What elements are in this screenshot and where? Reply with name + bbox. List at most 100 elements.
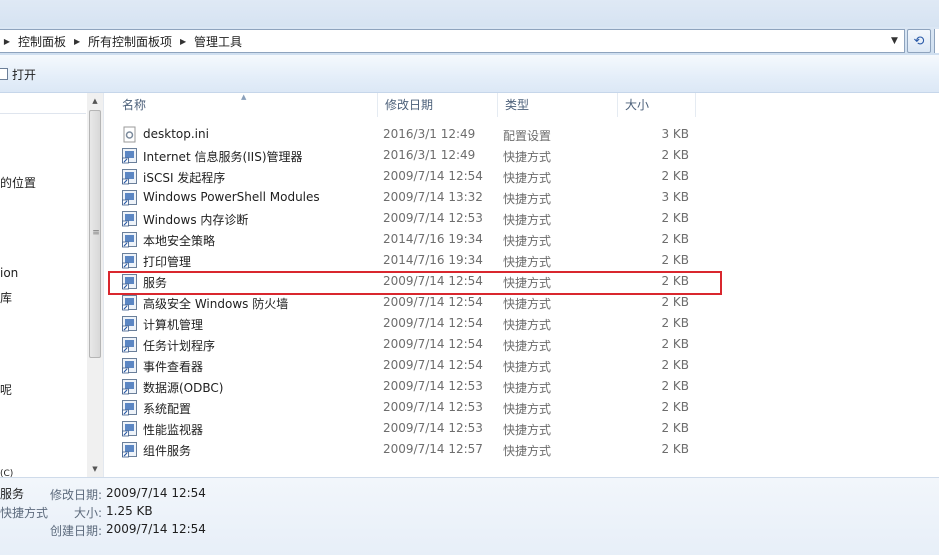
breadcrumb-arrow-icon[interactable]: ▶ [70,37,84,46]
window-title-strip [0,0,939,27]
column-header-size[interactable]: 大小 [618,93,696,117]
file-name: 组件服务 [143,444,192,458]
settings-file-icon [121,126,138,143]
breadcrumb-administrative-tools[interactable]: 管理工具 [190,33,246,50]
file-row[interactable]: 系统配置 2009/7/14 12:53 快捷方式 2 KB [105,397,939,418]
task-scheduler-icon [121,336,138,353]
toolbar: 打开 [0,55,939,93]
file-name: 打印管理 [143,255,192,269]
file-row[interactable]: iSCSI 发起程序 2009/7/14 12:54 快捷方式 2 KB [105,166,939,187]
details-size-value: 1.25 KB [106,504,153,518]
file-type: 快捷方式 [503,192,552,206]
file-row[interactable]: 计算机管理 2009/7/14 12:54 快捷方式 2 KB [105,313,939,334]
nav-item-fragment[interactable]: 呢 [0,381,12,398]
file-row[interactable]: 事件查看器 2009/7/14 12:54 快捷方式 2 KB [105,355,939,376]
file-size: 2 KB [661,169,689,183]
file-type: 快捷方式 [503,339,552,353]
computer-management-icon [121,315,138,332]
file-row[interactable]: 高级安全 Windows 防火墙 2009/7/14 12:54 快捷方式 2 KB [105,292,939,313]
file-row[interactable]: 组件服务 2009/7/14 12:57 快捷方式 2 KB [105,439,939,460]
file-size: 3 KB [661,190,689,204]
file-name: 本地安全策略 [143,234,216,248]
file-row[interactable]: 本地安全策略 2014/7/16 19:34 快捷方式 2 KB [105,229,939,250]
file-type: 快捷方式 [503,234,552,248]
details-modified-label: 修改日期: [49,488,102,502]
sort-ascending-icon: ▲ [241,93,247,101]
file-name: 系统配置 [143,402,192,416]
file-name: Windows PowerShell Modules [143,190,320,204]
column-headers: 名称 ▲ 修改日期 类型 大小 [105,93,939,117]
file-modified-date: 2009/7/14 12:53 [383,211,483,225]
file-modified-date: 2009/7/14 12:54 [383,316,483,330]
file-size: 2 KB [661,148,689,162]
file-type: 快捷方式 [503,297,552,311]
file-name: 高级安全 Windows 防火墙 [143,297,289,311]
file-row[interactable]: Windows 内存诊断 2009/7/14 12:53 快捷方式 2 KB [105,208,939,229]
file-modified-date: 2009/7/14 12:54 [383,295,483,309]
powershell-icon [121,189,138,206]
column-header-type[interactable]: 类型 [498,93,618,117]
breadcrumb-arrow-icon[interactable]: ▶ [0,37,14,46]
file-type: 快捷方式 [503,381,552,395]
file-row[interactable]: desktop.ini 2016/3/1 12:49 配置设置 3 KB [105,124,939,145]
nav-scroll-thumb[interactable]: ≡ [89,110,101,358]
nav-item-fragment[interactable]: ion [0,266,18,280]
address-bar[interactable]: ▶ 控制面板 ▶ 所有控制面板项 ▶ 管理工具 ▼ [0,29,905,53]
file-size: 2 KB [661,421,689,435]
file-size: 2 KB [661,358,689,372]
file-row[interactable]: 打印管理 2014/7/16 19:34 快捷方式 2 KB [105,250,939,271]
file-modified-date: 2016/3/1 12:49 [383,148,476,162]
file-name: 任务计划程序 [143,339,216,353]
file-name: 计算机管理 [143,318,204,332]
open-button[interactable]: 打开 [0,65,36,83]
file-size: 2 KB [661,232,689,246]
file-name: desktop.ini [143,127,209,141]
navigation-pane: 的位置 ion 库 呢 (C) ▲ ≡ ▼ [0,93,104,479]
file-modified-date: 2014/7/16 19:34 [383,253,483,267]
file-modified-date: 2016/3/1 12:49 [383,127,476,141]
file-row[interactable]: Windows PowerShell Modules 2009/7/14 13:3… [105,187,939,208]
file-type: 配置设置 [503,129,552,143]
file-name: 事件查看器 [143,360,204,374]
file-name: Windows 内存诊断 [143,213,249,227]
selection-highlight-box [108,271,722,295]
nav-item-fragment[interactable]: 的位置 [0,174,36,191]
details-pane: 服务 快捷方式 修改日期: 2009/7/14 12:54 大小: 1.25 K… [0,477,939,555]
security-policy-icon [121,231,138,248]
column-header-modified[interactable]: 修改日期 [378,93,498,117]
file-row[interactable]: 任务计划程序 2009/7/14 12:54 快捷方式 2 KB [105,334,939,355]
nav-item-fragment-top[interactable] [0,105,86,114]
breadcrumb-control-panel[interactable]: 控制面板 [14,33,70,50]
performance-monitor-icon [121,420,138,437]
scroll-up-icon[interactable]: ▲ [87,93,103,109]
address-dropdown-icon[interactable]: ▼ [891,37,900,46]
file-type: 快捷方式 [503,360,552,374]
file-size: 2 KB [661,442,689,456]
file-row[interactable]: 数据源(ODBC) 2009/7/14 12:53 快捷方式 2 KB [105,376,939,397]
column-header-name[interactable]: 名称 [115,93,378,117]
details-modified-value: 2009/7/14 12:54 [106,486,206,500]
iscsi-icon [121,168,138,185]
event-viewer-icon [121,357,138,374]
refresh-button[interactable]: ⟲ [907,29,931,53]
scroll-down-icon[interactable]: ▼ [87,461,103,477]
details-created-value: 2009/7/14 12:54 [106,522,206,536]
file-modified-date: 2009/7/14 12:53 [383,421,483,435]
file-row[interactable]: 性能监视器 2009/7/14 12:53 快捷方式 2 KB [105,418,939,439]
odbc-icon [121,378,138,395]
file-row[interactable]: Internet 信息服务(IIS)管理器 2016/3/1 12:49 快捷方式 2… [105,145,939,166]
breadcrumb-arrow-icon[interactable]: ▶ [176,37,190,46]
search-box-edge[interactable] [934,29,939,53]
file-modified-date: 2009/7/14 12:57 [383,442,483,456]
print-management-icon [121,252,138,269]
component-services-icon [121,441,138,458]
file-type: 快捷方式 [503,318,552,332]
nav-item-fragment[interactable]: 库 [0,289,12,306]
file-size: 2 KB [661,379,689,393]
breadcrumb-all-control-panel-items[interactable]: 所有控制面板项 [84,33,176,50]
nav-scrollbar[interactable]: ▲ ≡ ▼ [87,93,103,477]
address-row: ▶ 控制面板 ▶ 所有控制面板项 ▶ 管理工具 ▼ ⟲ [0,27,939,55]
file-modified-date: 2009/7/14 12:53 [383,379,483,393]
memory-diagnostic-icon [121,210,138,227]
file-type: 快捷方式 [503,402,552,416]
